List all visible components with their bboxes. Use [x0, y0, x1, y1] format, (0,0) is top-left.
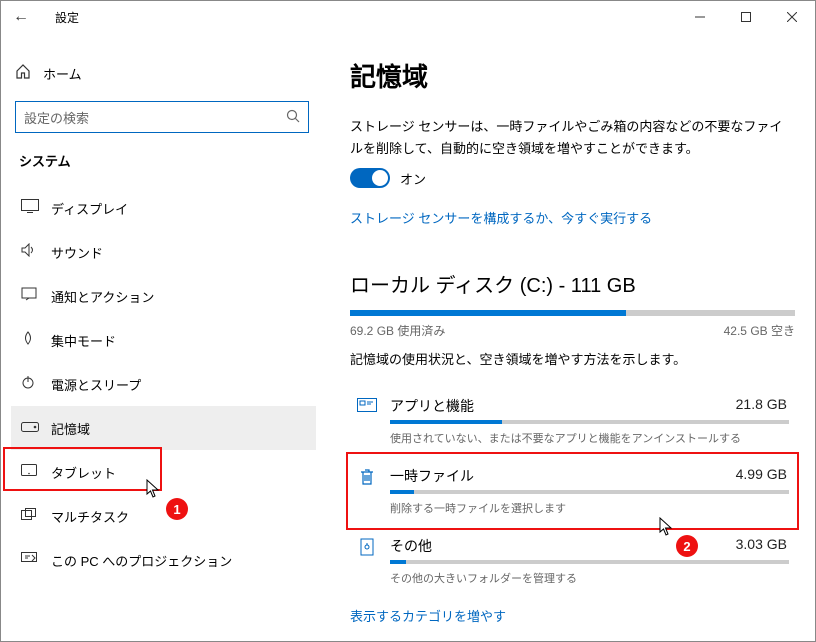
sound-icon — [21, 243, 51, 262]
maximize-button[interactable] — [723, 1, 769, 33]
other-icon — [352, 538, 382, 561]
titlebar: ← 設定 — [1, 1, 815, 33]
disk-heading: ローカル ディスク (C:) - 111 GB — [350, 269, 795, 298]
storage-item-size: 21.8 GB — [736, 396, 787, 412]
close-button[interactable] — [769, 1, 815, 33]
toggle-label: オン — [400, 169, 426, 188]
nav-label: ディスプレイ — [51, 199, 128, 218]
notify-icon — [21, 287, 51, 306]
storage-icon — [21, 419, 51, 437]
trash-icon — [352, 468, 382, 491]
storage-item-sub: 使用されていない、または不要なアプリと機能をアンインストールする — [390, 430, 789, 446]
nav-sound[interactable]: サウンド — [11, 230, 316, 274]
search-input[interactable]: 設定の検索 — [15, 101, 309, 133]
minimize-button[interactable] — [677, 1, 723, 33]
storage-category-apps[interactable]: アプリと機能 使用されていない、または不要なアプリと機能をアンインストールする … — [350, 386, 795, 456]
nav-label: この PC へのプロジェクション — [51, 551, 232, 570]
disk-used-text: 69.2 GB 使用済み — [350, 322, 445, 339]
disk-free-text: 42.5 GB 空き — [724, 322, 795, 339]
back-button[interactable]: ← — [13, 8, 37, 26]
storage-item-title: アプリと機能 — [390, 396, 789, 416]
storage-item-sub: その他の大きいフォルダーを管理する — [390, 570, 789, 586]
storage-category-temp[interactable]: 一時ファイル 削除する一時ファイルを選択します 4.99 GB — [350, 456, 795, 526]
configure-storage-sense-link[interactable]: ストレージ センサーを構成するか、今すぐ実行する — [350, 208, 652, 227]
nav-multitask[interactable]: マルチタスク — [11, 494, 316, 538]
search-placeholder: 設定の検索 — [24, 108, 286, 127]
multitask-icon — [21, 507, 51, 525]
nav-label: 集中モード — [51, 331, 116, 350]
show-more-categories-link[interactable]: 表示するカテゴリを増やす — [350, 606, 506, 625]
apps-icon — [352, 398, 382, 419]
nav-notifications[interactable]: 通知とアクション — [11, 274, 316, 318]
annotation-badge-2: 2 — [676, 535, 698, 557]
disk-hint: 記憶域の使用状況と、空き領域を増やす方法を示します。 — [350, 349, 795, 368]
nav-storage[interactable]: 記憶域 — [11, 406, 316, 450]
home-label: ホーム — [43, 64, 82, 83]
project-icon — [21, 551, 51, 569]
nav-label: 記憶域 — [51, 419, 90, 438]
storage-item-title: その他 — [390, 536, 789, 556]
storage-item-title: 一時ファイル — [390, 466, 789, 486]
tablet-icon — [21, 463, 51, 481]
nav-power[interactable]: 電源とスリープ — [11, 362, 316, 406]
home-nav[interactable]: ホーム — [15, 53, 316, 93]
nav-focus[interactable]: 集中モード — [11, 318, 316, 362]
section-label: システム — [19, 151, 316, 170]
sidebar: ホーム 設定の検索 システム ディスプレイ サウンド 通知とアクション — [1, 33, 326, 641]
nav-label: タブレット — [51, 463, 116, 482]
display-icon — [21, 199, 51, 218]
storage-sense-toggle[interactable] — [350, 168, 390, 188]
content-pane: 記憶域 ストレージ センサーは、一時ファイルやごみ箱の内容などの不要なファイルを… — [326, 33, 815, 641]
nav-project[interactable]: この PC へのプロジェクション — [11, 538, 316, 582]
storage-item-size: 3.03 GB — [736, 536, 787, 552]
nav-label: 電源とスリープ — [51, 375, 141, 394]
power-icon — [21, 375, 51, 394]
disk-usage-bar — [350, 310, 795, 316]
nav-label: サウンド — [51, 243, 103, 262]
nav-label: マルチタスク — [51, 507, 129, 526]
nav-tablet[interactable]: タブレット — [11, 450, 316, 494]
nav-display[interactable]: ディスプレイ — [11, 186, 316, 230]
nav-label: 通知とアクション — [51, 287, 154, 306]
window-title: 設定 — [55, 9, 79, 26]
search-icon — [286, 109, 300, 126]
page-heading: 記憶域 — [350, 57, 795, 94]
storage-item-size: 4.99 GB — [736, 466, 787, 482]
focus-icon — [21, 331, 51, 350]
nav-list: ディスプレイ サウンド 通知とアクション 集中モード 電源とスリープ 記憶域 — [11, 186, 316, 582]
home-icon — [15, 63, 43, 84]
storage-sense-description: ストレージ センサーは、一時ファイルやごみ箱の内容などの不要なファイルを削除して… — [350, 116, 795, 160]
annotation-badge-1: 1 — [166, 498, 188, 520]
storage-item-sub: 削除する一時ファイルを選択します — [390, 500, 789, 516]
storage-category-other[interactable]: その他 その他の大きいフォルダーを管理する 3.03 GB — [350, 526, 795, 596]
